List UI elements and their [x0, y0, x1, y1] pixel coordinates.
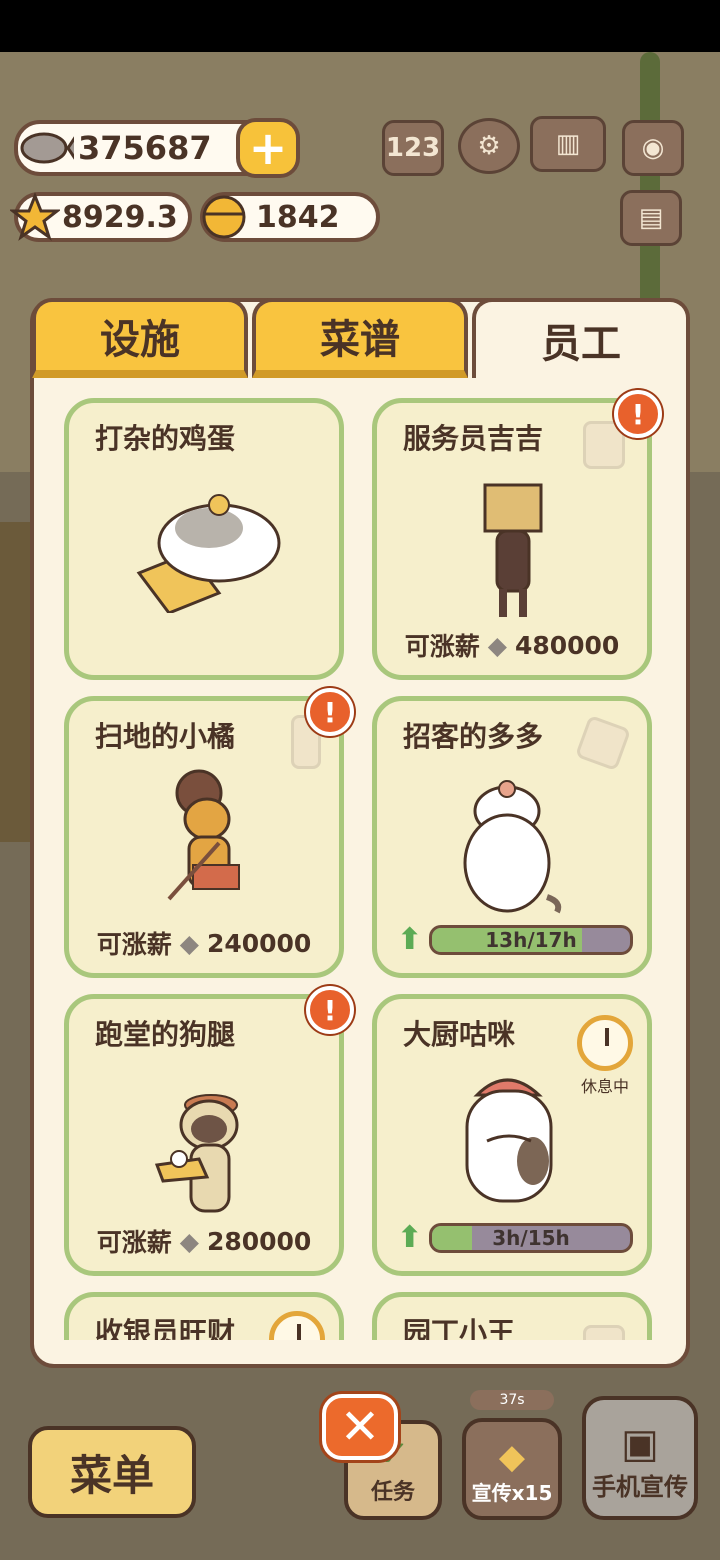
- fish-icon: ◆: [179, 928, 199, 958]
- tab-facilities[interactable]: 设施: [32, 298, 248, 378]
- box-head-cat-icon: [483, 483, 543, 617]
- staff-name: 扫地的小橘: [95, 720, 236, 753]
- progress-bar: 13h/17h: [429, 925, 633, 955]
- staff-name: 招客的多多: [403, 720, 544, 753]
- ranking-icon[interactable]: 123: [382, 120, 444, 176]
- phone-promo-label: 手机宣传: [592, 1473, 688, 1501]
- staff-card-gardener-xiaowang[interactable]: 园丁小王: [372, 1292, 652, 1340]
- training-progress: ⬆ 13h/17h: [397, 923, 633, 957]
- staff-name: 收银员旺财: [95, 1316, 236, 1340]
- camera-icon[interactable]: ◉: [622, 120, 684, 176]
- siamese-cat-tray-icon: [154, 1094, 239, 1213]
- progress-label: 13h/17h: [485, 928, 577, 952]
- menu-label: 菜单: [69, 1450, 154, 1500]
- staff-name: 打杂的鸡蛋: [95, 422, 236, 455]
- star-icon: [10, 192, 60, 241]
- flyer-icon: ◆: [498, 1437, 526, 1477]
- training-progress: ⬆ 3h/15h: [397, 1221, 633, 1255]
- status-bar: [0, 0, 720, 52]
- staff-name: 服务员吉吉: [403, 422, 544, 455]
- rest-timer: [267, 1311, 327, 1340]
- salary-row: 可涨薪 ◆ 480000: [377, 627, 647, 663]
- recipe-book-icon[interactable]: ▥: [530, 116, 606, 172]
- fish-icon: [20, 132, 74, 164]
- menu-button[interactable]: 菜单: [28, 1426, 196, 1518]
- phone-promo-button[interactable]: ▣ 手机宣传: [582, 1396, 698, 1520]
- alert-icon: !: [614, 390, 662, 438]
- salary-amount: 480000: [514, 630, 620, 660]
- chef-cat-icon: [465, 1078, 553, 1203]
- salary-label: 可涨薪: [96, 1228, 172, 1257]
- staff-card-runner-goutui[interactable]: 跑堂的狗腿 可涨薪 ◆ 280000: [64, 994, 344, 1276]
- rest-status: 休息中: [580, 1077, 629, 1096]
- bell-count: 1842: [256, 199, 340, 235]
- task-label: 任务: [370, 1480, 415, 1505]
- salary-row: 可涨薪 ◆ 280000: [69, 1223, 339, 1259]
- stopwatch-icon: [577, 1015, 633, 1071]
- alert-icon: !: [306, 986, 354, 1034]
- progress-bar: 3h/15h: [429, 1223, 633, 1253]
- staff-name: 园丁小王: [403, 1316, 516, 1340]
- flyer-icon: [574, 714, 632, 772]
- salary-amount: 240000: [206, 928, 312, 958]
- promo-label: 宣传x15: [471, 1481, 553, 1505]
- watering-can-icon: [583, 1325, 625, 1340]
- staff-card-greeter-duoduo[interactable]: 招客的多多 ⬆ 13h/17h: [372, 696, 652, 978]
- staff-name: 跑堂的狗腿: [95, 1018, 236, 1051]
- progress-label: 3h/15h: [492, 1226, 570, 1250]
- staff-card-waiter-jiji[interactable]: 服务员吉吉 可涨薪 ◆ 480000: [372, 398, 652, 680]
- salary-label: 可涨薪: [404, 632, 480, 661]
- staff-card-cashier-wangcai[interactable]: 收银员旺财: [64, 1292, 344, 1340]
- alert-icon: !: [306, 688, 354, 736]
- promo-countdown: 37s: [470, 1390, 554, 1410]
- salary-amount: 280000: [206, 1226, 312, 1256]
- fish-count: 375687: [78, 129, 212, 167]
- id-card-icon[interactable]: ▤: [620, 190, 682, 246]
- staff-card-chore-egg[interactable]: 打杂的鸡蛋: [64, 398, 344, 680]
- fluffy-white-cat-icon: [463, 780, 562, 914]
- staff-name: 大厨咕咪: [403, 1018, 516, 1051]
- promo-button[interactable]: ◆ 宣传x15: [462, 1418, 562, 1520]
- staff-card-sweeper-xiaoju[interactable]: 扫地的小橘 可涨薪 ◆ 240000: [64, 696, 344, 978]
- star-count: 8929.3: [62, 199, 178, 235]
- rest-timer: 休息中: [575, 1015, 635, 1097]
- salary-row: 可涨薪 ◆ 240000: [69, 925, 339, 961]
- orange-cat-sweeping-icon: [167, 769, 240, 901]
- add-fish-button[interactable]: +: [236, 118, 300, 178]
- staff-list[interactable]: 打杂的鸡蛋 服务员吉吉 可涨薪 ◆ 480000 ! 扫地的小橘 可涨薪 ◆ 2…: [34, 378, 686, 1340]
- fish-icon: ◆: [179, 1226, 199, 1256]
- fish-icon: ◆: [487, 630, 507, 660]
- staff-card-chef-gumi[interactable]: 大厨咕咪 休息中 ⬆ 3h/15h: [372, 994, 652, 1276]
- tab-staff[interactable]: 员工: [472, 298, 690, 378]
- stopwatch-icon: [269, 1311, 325, 1340]
- close-button[interactable]: ✕: [322, 1394, 398, 1460]
- level-up-arrow-icon: ⬆: [397, 1220, 423, 1255]
- salary-label: 可涨薪: [96, 930, 172, 959]
- phone-paw-icon: ▣: [621, 1421, 659, 1467]
- cat-sleeping-icon: [136, 494, 281, 613]
- bell-icon: [202, 195, 246, 239]
- tab-recipes[interactable]: 菜谱: [252, 298, 468, 378]
- settings-gear-icon[interactable]: ⚙: [458, 118, 520, 174]
- level-up-arrow-icon: ⬆: [397, 922, 423, 957]
